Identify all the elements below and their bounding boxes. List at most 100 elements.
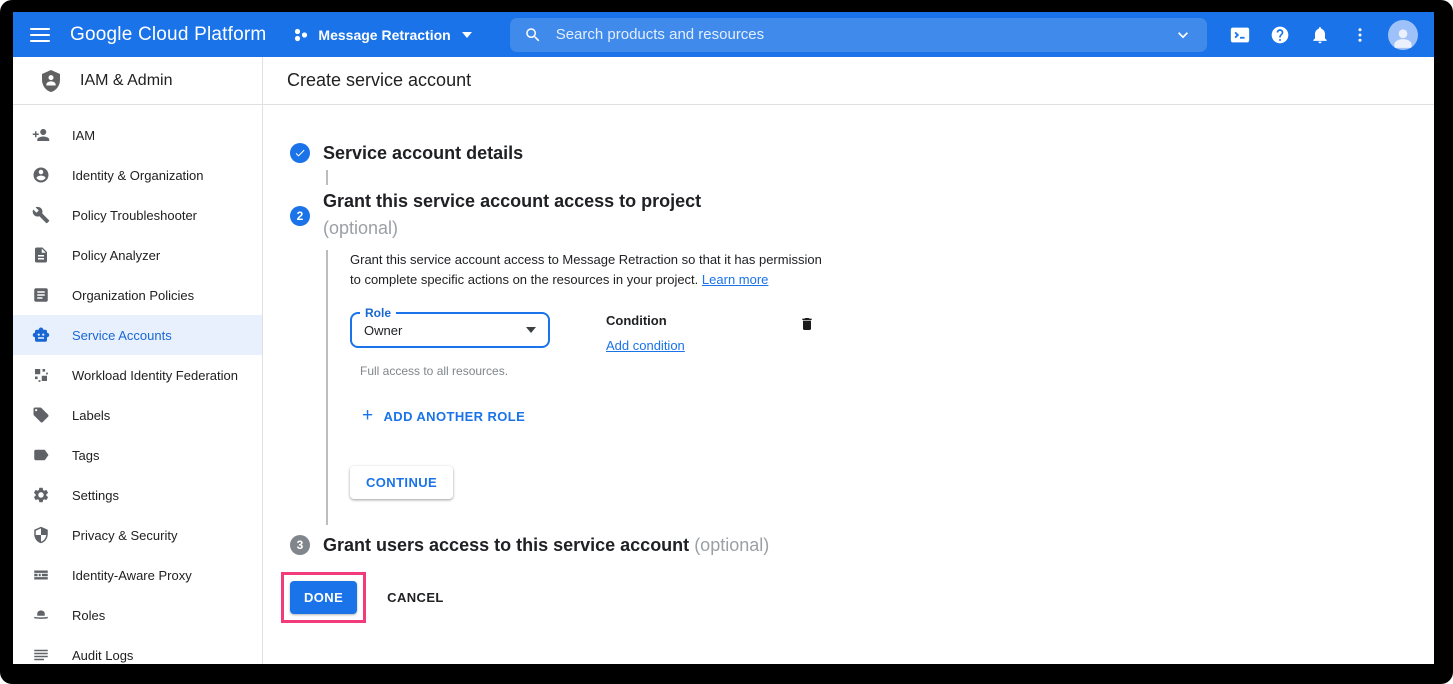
sidebar-item-privacy-security[interactable]: Privacy & Security <box>13 515 262 555</box>
policy-analyzer-icon <box>32 246 50 264</box>
avatar-person-icon <box>1390 24 1416 50</box>
more-vert-icon <box>1351 26 1369 44</box>
sidebar-item-label: Tags <box>72 448 99 463</box>
sidebar-item-audit-logs[interactable]: Audit Logs <box>13 635 262 664</box>
sidebar-item-label: Privacy & Security <box>72 528 177 543</box>
search-input[interactable] <box>556 26 1173 43</box>
main-content: Service account details 2 Grant this ser… <box>263 105 1434 664</box>
section-title: IAM & Admin <box>80 72 172 90</box>
project-grid-icon <box>293 27 309 43</box>
step1-header: Service account details <box>263 141 1434 165</box>
more-options-button[interactable] <box>1340 15 1380 55</box>
sidebar-item-workload-identity-federation[interactable]: Workload Identity Federation <box>13 355 262 395</box>
done-button-highlight: DONE <box>281 572 366 623</box>
search-bar[interactable] <box>510 18 1207 52</box>
step3-header: 3 Grant users access to this service acc… <box>263 533 1434 557</box>
chevron-down-icon[interactable] <box>1173 25 1193 45</box>
step3-title[interactable]: Grant users access to this service accou… <box>323 533 769 557</box>
shield-icon <box>32 526 50 544</box>
done-button[interactable]: DONE <box>290 581 357 614</box>
sidebar-item-label: Policy Analyzer <box>72 248 160 263</box>
sidebar-item-service-accounts[interactable]: Service Accounts <box>13 315 262 355</box>
role-select[interactable]: Role Owner <box>350 312 550 348</box>
settings-gear-icon <box>32 486 50 504</box>
sidebar-item-identity-aware-proxy[interactable]: Identity-Aware Proxy <box>13 555 262 595</box>
sidebar-item-label: Roles <box>72 608 105 623</box>
brand-logo[interactable]: Google Cloud Platform <box>70 24 266 46</box>
sidebar-item-label: Settings <box>72 488 119 503</box>
delete-role-button[interactable] <box>799 315 815 336</box>
section-header: IAM & Admin <box>13 57 263 104</box>
step2-body: Grant this service account access to Mes… <box>326 250 1434 525</box>
cancel-button[interactable]: CANCEL <box>387 590 444 605</box>
identity-icon <box>32 166 50 184</box>
audit-logs-icon <box>32 646 50 664</box>
step2-description: Grant this service account access to Mes… <box>350 250 832 290</box>
step-connector <box>326 170 328 185</box>
sidebar-item-roles[interactable]: Roles <box>13 595 262 635</box>
sidebar-item-tags[interactable]: Tags <box>13 435 262 475</box>
learn-more-link[interactable]: Learn more <box>702 272 768 287</box>
service-accounts-icon <box>32 326 50 344</box>
screenshot-frame: Google Cloud Platform Message Retraction <box>0 0 1453 684</box>
console-window: Google Cloud Platform Message Retraction <box>13 12 1434 664</box>
avatar <box>1388 20 1418 50</box>
sidebar-item-labels[interactable]: Labels <box>13 395 262 435</box>
wizard-actions: DONE CANCEL <box>281 572 1434 623</box>
step1-complete-badge <box>290 143 310 163</box>
person-add-icon <box>32 126 50 144</box>
cloud-shell-button[interactable] <box>1220 15 1260 55</box>
sidebar-item-label: IAM <box>72 128 95 143</box>
wrench-icon <box>32 206 50 224</box>
sidebar-item-identity-organization[interactable]: Identity & Organization <box>13 155 262 195</box>
labels-icon <box>32 406 50 424</box>
sidebar-item-label: Audit Logs <box>72 648 133 663</box>
sidebar-item-iam[interactable]: IAM <box>13 115 262 155</box>
step3-title-text: Grant users access to this service accou… <box>323 535 689 555</box>
sidebar: IAM Identity & Organization Policy Troub… <box>13 105 263 664</box>
create-service-account-wizard: Service account details 2 Grant this ser… <box>263 105 1434 623</box>
project-caret-icon <box>462 32 472 38</box>
iam-admin-shield-icon <box>39 69 63 93</box>
sidebar-item-label: Identity & Organization <box>72 168 204 183</box>
sidebar-item-settings[interactable]: Settings <box>13 475 262 515</box>
role-selected-value: Owner <box>364 323 402 338</box>
role-field-label: Role <box>360 306 396 320</box>
continue-button[interactable]: CONTINUE <box>350 466 453 499</box>
help-button[interactable] <box>1260 15 1300 55</box>
sidebar-item-organization-policies[interactable]: Organization Policies <box>13 275 262 315</box>
add-another-role-button[interactable]: +ADD ANOTHER ROLE <box>362 408 525 424</box>
account-button[interactable] <box>1380 15 1420 55</box>
step3-number-badge: 3 <box>290 535 310 555</box>
help-icon <box>1270 25 1290 45</box>
sidebar-item-policy-analyzer[interactable]: Policy Analyzer <box>13 235 262 275</box>
project-selector[interactable]: Message Retraction <box>293 27 471 43</box>
check-icon <box>294 147 306 159</box>
sidebar-item-label: Organization Policies <box>72 288 194 303</box>
sidebar-item-label: Identity-Aware Proxy <box>72 568 192 583</box>
hamburger-icon[interactable] <box>30 28 50 42</box>
notifications-button[interactable] <box>1300 15 1340 55</box>
workload-identity-icon <box>32 366 50 384</box>
project-name: Message Retraction <box>318 27 450 43</box>
sidebar-item-label: Service Accounts <box>72 328 172 343</box>
sidebar-item-label: Policy Troubleshooter <box>72 208 197 223</box>
proxy-icon <box>32 566 50 584</box>
step2-optional-label: (optional) <box>323 213 701 243</box>
add-condition-link[interactable]: Add condition <box>606 338 685 353</box>
role-help-text: Full access to all resources. <box>360 364 1434 378</box>
step2-title: Grant this service account access to pro… <box>323 189 701 213</box>
step2-header: 2 Grant this service account access to p… <box>263 189 1434 243</box>
step2-number-badge: 2 <box>290 206 310 226</box>
header-row: IAM & Admin Create service account <box>13 57 1434 105</box>
page-title: Create service account <box>263 57 1434 104</box>
condition-label: Condition <box>606 313 756 328</box>
top-bar-actions <box>1220 15 1434 55</box>
top-bar: Google Cloud Platform Message Retraction <box>13 12 1434 57</box>
sidebar-item-policy-troubleshooter[interactable]: Policy Troubleshooter <box>13 195 262 235</box>
trash-icon <box>799 315 815 333</box>
step1-title[interactable]: Service account details <box>323 141 523 165</box>
condition-column: Condition Add condition <box>606 312 756 355</box>
cloud-shell-icon <box>1229 24 1251 46</box>
role-caret-icon <box>526 327 536 333</box>
